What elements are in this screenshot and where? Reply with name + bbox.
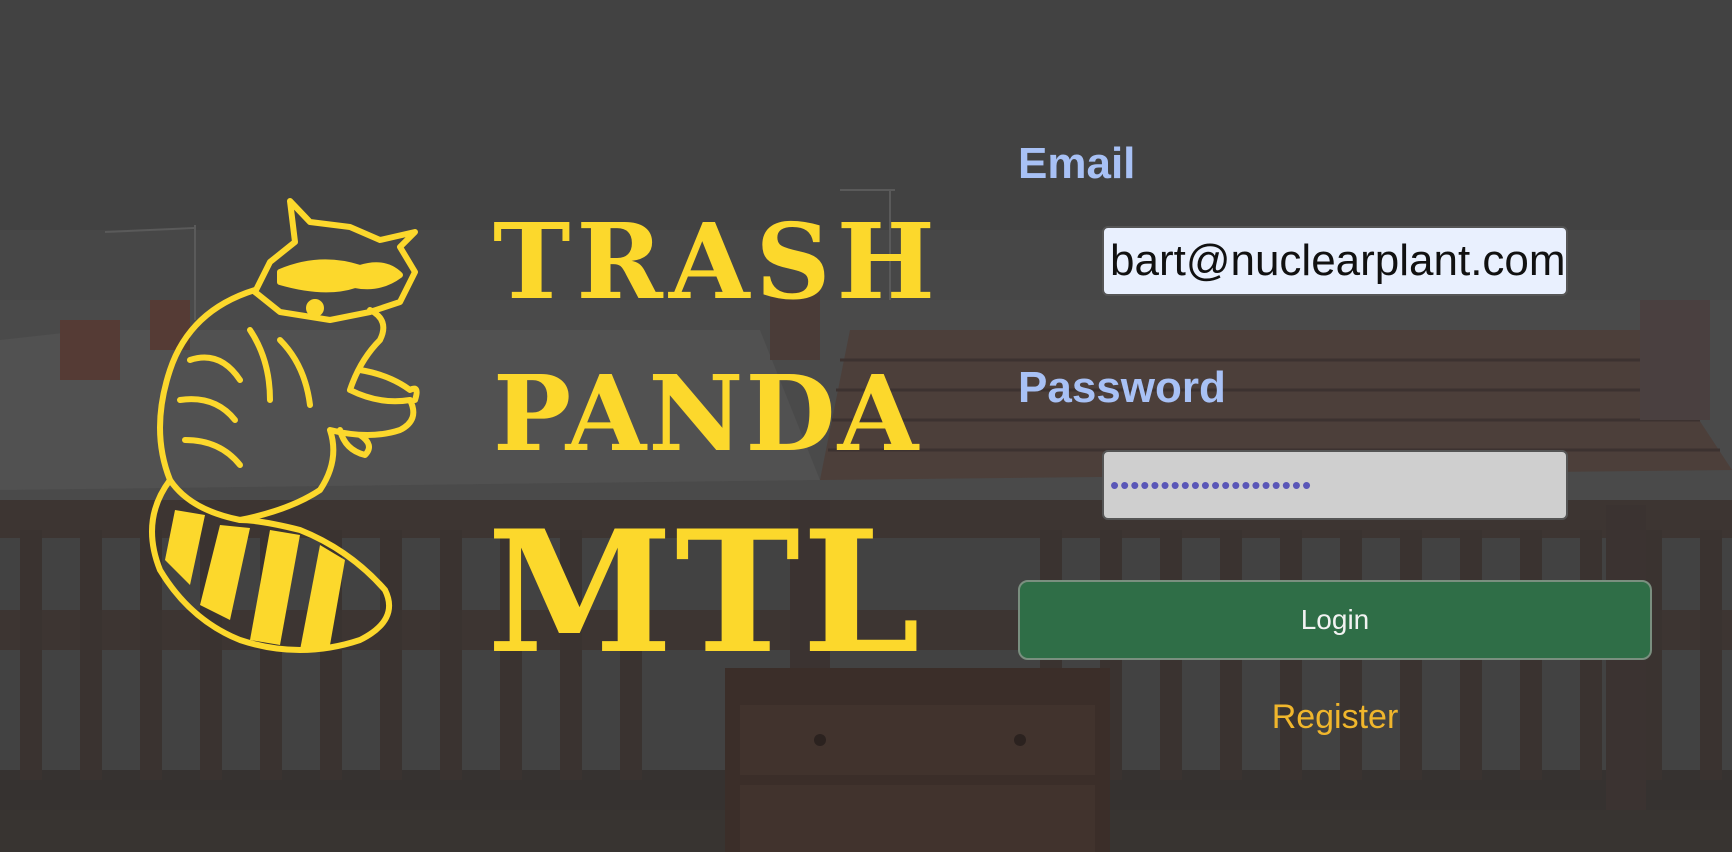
- login-form: Email bart@nuclearplant.com Password •••…: [1018, 130, 1658, 770]
- login-button-label: Login: [1300, 604, 1370, 635]
- password-field[interactable]: ••••••••••••••••••••: [1102, 450, 1568, 520]
- email-value: bart@nuclearplant.com: [1110, 236, 1566, 285]
- brand-logo: TRASH PANDA MTL: [130, 190, 935, 690]
- raccoon-icon: [130, 190, 460, 690]
- brand-line-1: TRASH: [493, 200, 941, 323]
- brand-wordmark: TRASH PANDA MTL: [485, 190, 935, 677]
- register-link[interactable]: Register: [1018, 698, 1652, 737]
- email-field[interactable]: bart@nuclearplant.com: [1102, 226, 1568, 296]
- login-button[interactable]: Login: [1018, 580, 1652, 660]
- brand-line-3: MTL: [487, 493, 923, 691]
- password-value: ••••••••••••••••••••: [1110, 469, 1313, 500]
- brand-line-2: PANDA: [493, 352, 921, 475]
- password-label: Password: [1018, 363, 1226, 412]
- email-label: Email: [1018, 139, 1136, 188]
